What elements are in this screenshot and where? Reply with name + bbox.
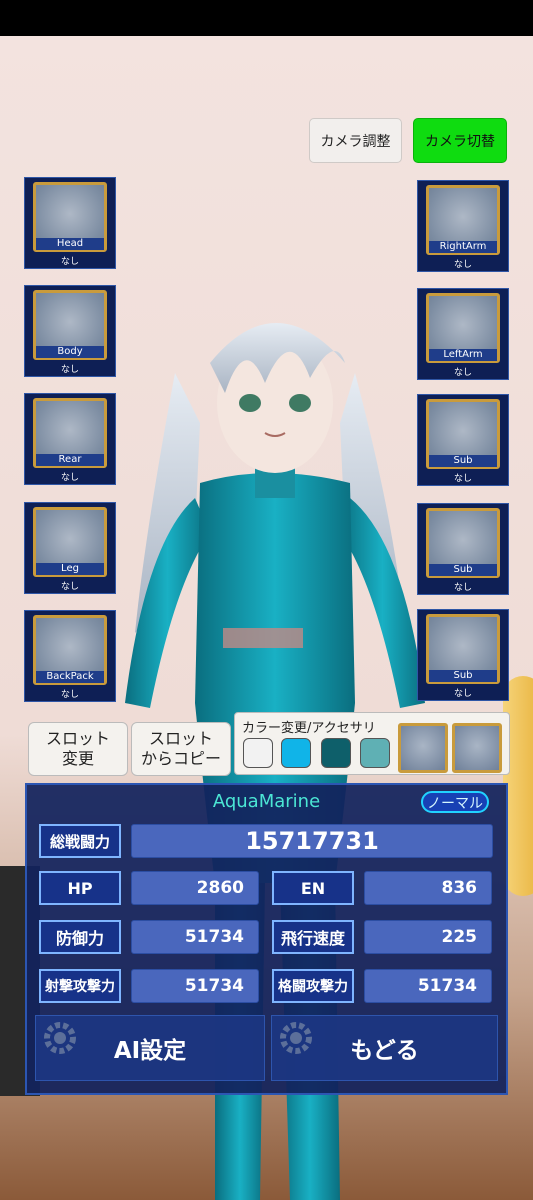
accessory-slot-1[interactable] xyxy=(398,723,448,773)
slot-item: なし xyxy=(453,474,472,484)
slot-head[interactable]: Head なし xyxy=(24,177,116,269)
defense-value: 51734 xyxy=(131,920,259,954)
back-label: もどる xyxy=(350,1038,419,1064)
slot-body[interactable]: Body なし xyxy=(24,285,116,377)
ai-settings-button[interactable]: AI設定 xyxy=(35,1015,265,1081)
en-label: EN xyxy=(272,871,354,905)
slot-left-arm[interactable]: LeftArm なし xyxy=(417,288,509,380)
slot-change-line2: 変更 xyxy=(61,749,94,768)
slot-right-arm[interactable]: RightArm なし xyxy=(417,180,509,272)
slot-item: なし xyxy=(453,689,472,699)
slot-label: Body xyxy=(36,346,104,358)
slot-label: Sub xyxy=(429,670,497,682)
slot-copy-line2: からコピー xyxy=(140,749,221,768)
color-swatch-2[interactable] xyxy=(281,738,311,768)
slot-label: Leg xyxy=(36,563,104,575)
melee-attack-value: 51734 xyxy=(364,969,492,1003)
slot-label: Sub xyxy=(429,455,497,467)
en-value: 836 xyxy=(364,871,492,905)
color-accessory-title: カラー変更/アクセサリ xyxy=(242,721,376,736)
slot-sub-2[interactable]: Sub なし xyxy=(417,503,509,595)
color-accessory-panel: カラー変更/アクセサリ xyxy=(234,712,510,775)
slot-item: なし xyxy=(453,368,472,378)
total-power-label: 総戦闘力 xyxy=(39,824,121,858)
slot-copy-button[interactable]: スロット からコピー xyxy=(131,722,231,776)
slot-change-button[interactable]: スロット 変更 xyxy=(28,722,128,776)
slot-copy-line1: スロット xyxy=(148,729,213,748)
flight-speed-value: 225 xyxy=(364,920,492,954)
stats-panel: AquaMarine ノーマル 総戦闘力 15717731 HP 2860 EN… xyxy=(25,783,508,1095)
defense-label: 防御力 xyxy=(39,920,121,954)
slot-item: なし xyxy=(60,473,79,483)
slot-rear[interactable]: Rear なし xyxy=(24,393,116,485)
slot-sub-3[interactable]: Sub なし xyxy=(417,609,509,701)
color-swatch-4[interactable] xyxy=(360,738,390,768)
ranged-attack-label: 射撃攻撃力 xyxy=(39,969,121,1003)
slot-sub-1[interactable]: Sub なし xyxy=(417,394,509,486)
slot-leg[interactable]: Leg なし xyxy=(24,502,116,594)
slot-label: BackPack xyxy=(36,671,104,683)
gear-icon xyxy=(280,1022,312,1054)
hp-label: HP xyxy=(39,871,121,905)
slot-change-line1: スロット xyxy=(45,729,110,748)
slot-item: なし xyxy=(453,583,472,593)
melee-attack-label: 格闘攻撃力 xyxy=(272,969,354,1003)
slot-item: なし xyxy=(60,690,79,700)
slot-label: Rear xyxy=(36,454,104,466)
ai-settings-label: AI設定 xyxy=(113,1038,187,1064)
gear-icon xyxy=(44,1022,76,1054)
camera-switch-button[interactable]: カメラ切替 xyxy=(413,118,507,163)
slot-label: LeftArm xyxy=(429,349,497,361)
slot-label: Sub xyxy=(429,564,497,576)
hp-value: 2860 xyxy=(131,871,259,905)
camera-adjust-button[interactable]: カメラ調整 xyxy=(309,118,402,163)
slot-item: なし xyxy=(60,257,79,267)
rank-badge: ノーマル xyxy=(421,791,489,813)
slot-backpack[interactable]: BackPack なし xyxy=(24,610,116,702)
slot-item: なし xyxy=(60,365,79,375)
slot-item: なし xyxy=(453,260,472,270)
color-swatch-1[interactable] xyxy=(243,738,273,768)
slot-item: なし xyxy=(60,582,79,592)
slot-label: RightArm xyxy=(429,241,497,253)
total-power-value: 15717731 xyxy=(131,824,493,858)
status-bar xyxy=(0,0,533,36)
accessory-slot-2[interactable] xyxy=(452,723,502,773)
ranged-attack-value: 51734 xyxy=(131,969,259,1003)
slot-label: Head xyxy=(36,238,104,250)
color-swatch-3[interactable] xyxy=(321,738,351,768)
back-button[interactable]: もどる xyxy=(271,1015,498,1081)
flight-speed-label: 飛行速度 xyxy=(272,920,354,954)
